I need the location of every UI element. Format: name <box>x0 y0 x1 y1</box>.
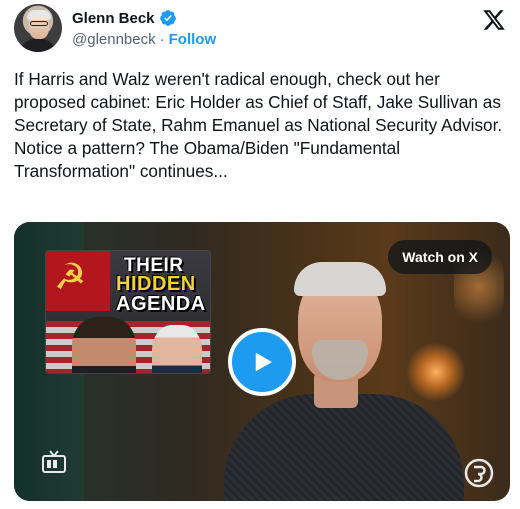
x-logo-icon[interactable] <box>482 8 506 32</box>
video-frame-person <box>224 394 464 501</box>
watch-on-x-button[interactable]: Watch on X <box>388 240 492 274</box>
thumbnail-title-line3: AGENDA <box>116 293 206 315</box>
video-thumbnail-graphic: ☭ THEIR HIDDEN AGENDA <box>45 250 211 374</box>
separator-dot: · <box>159 31 165 48</box>
play-icon <box>255 352 272 372</box>
tweet-card: Glenn Beck @glennbeck · Follow If Harris… <box>0 0 520 509</box>
avatar[interactable] <box>14 4 62 52</box>
video-player[interactable]: ☭ THEIR HIDDEN AGENDA Watch on X <box>14 222 510 501</box>
author-name-row: Glenn Beck <box>72 7 177 29</box>
tweet-text: If Harris and Walz weren't radical enoug… <box>14 69 507 181</box>
tv-icon <box>42 450 66 473</box>
follow-button[interactable]: Follow <box>169 31 217 48</box>
play-button[interactable] <box>228 328 296 396</box>
blaze-logo-icon <box>464 458 494 488</box>
author-handle-row: @glennbeck · Follow <box>72 31 216 48</box>
hammer-sickle-icon: ☭ <box>54 257 87 298</box>
author-name[interactable]: Glenn Beck <box>72 10 155 27</box>
author-handle[interactable]: @glennbeck <box>72 31 156 48</box>
watch-on-x-label: Watch on X <box>402 249 478 265</box>
verified-badge-icon <box>159 10 176 26</box>
